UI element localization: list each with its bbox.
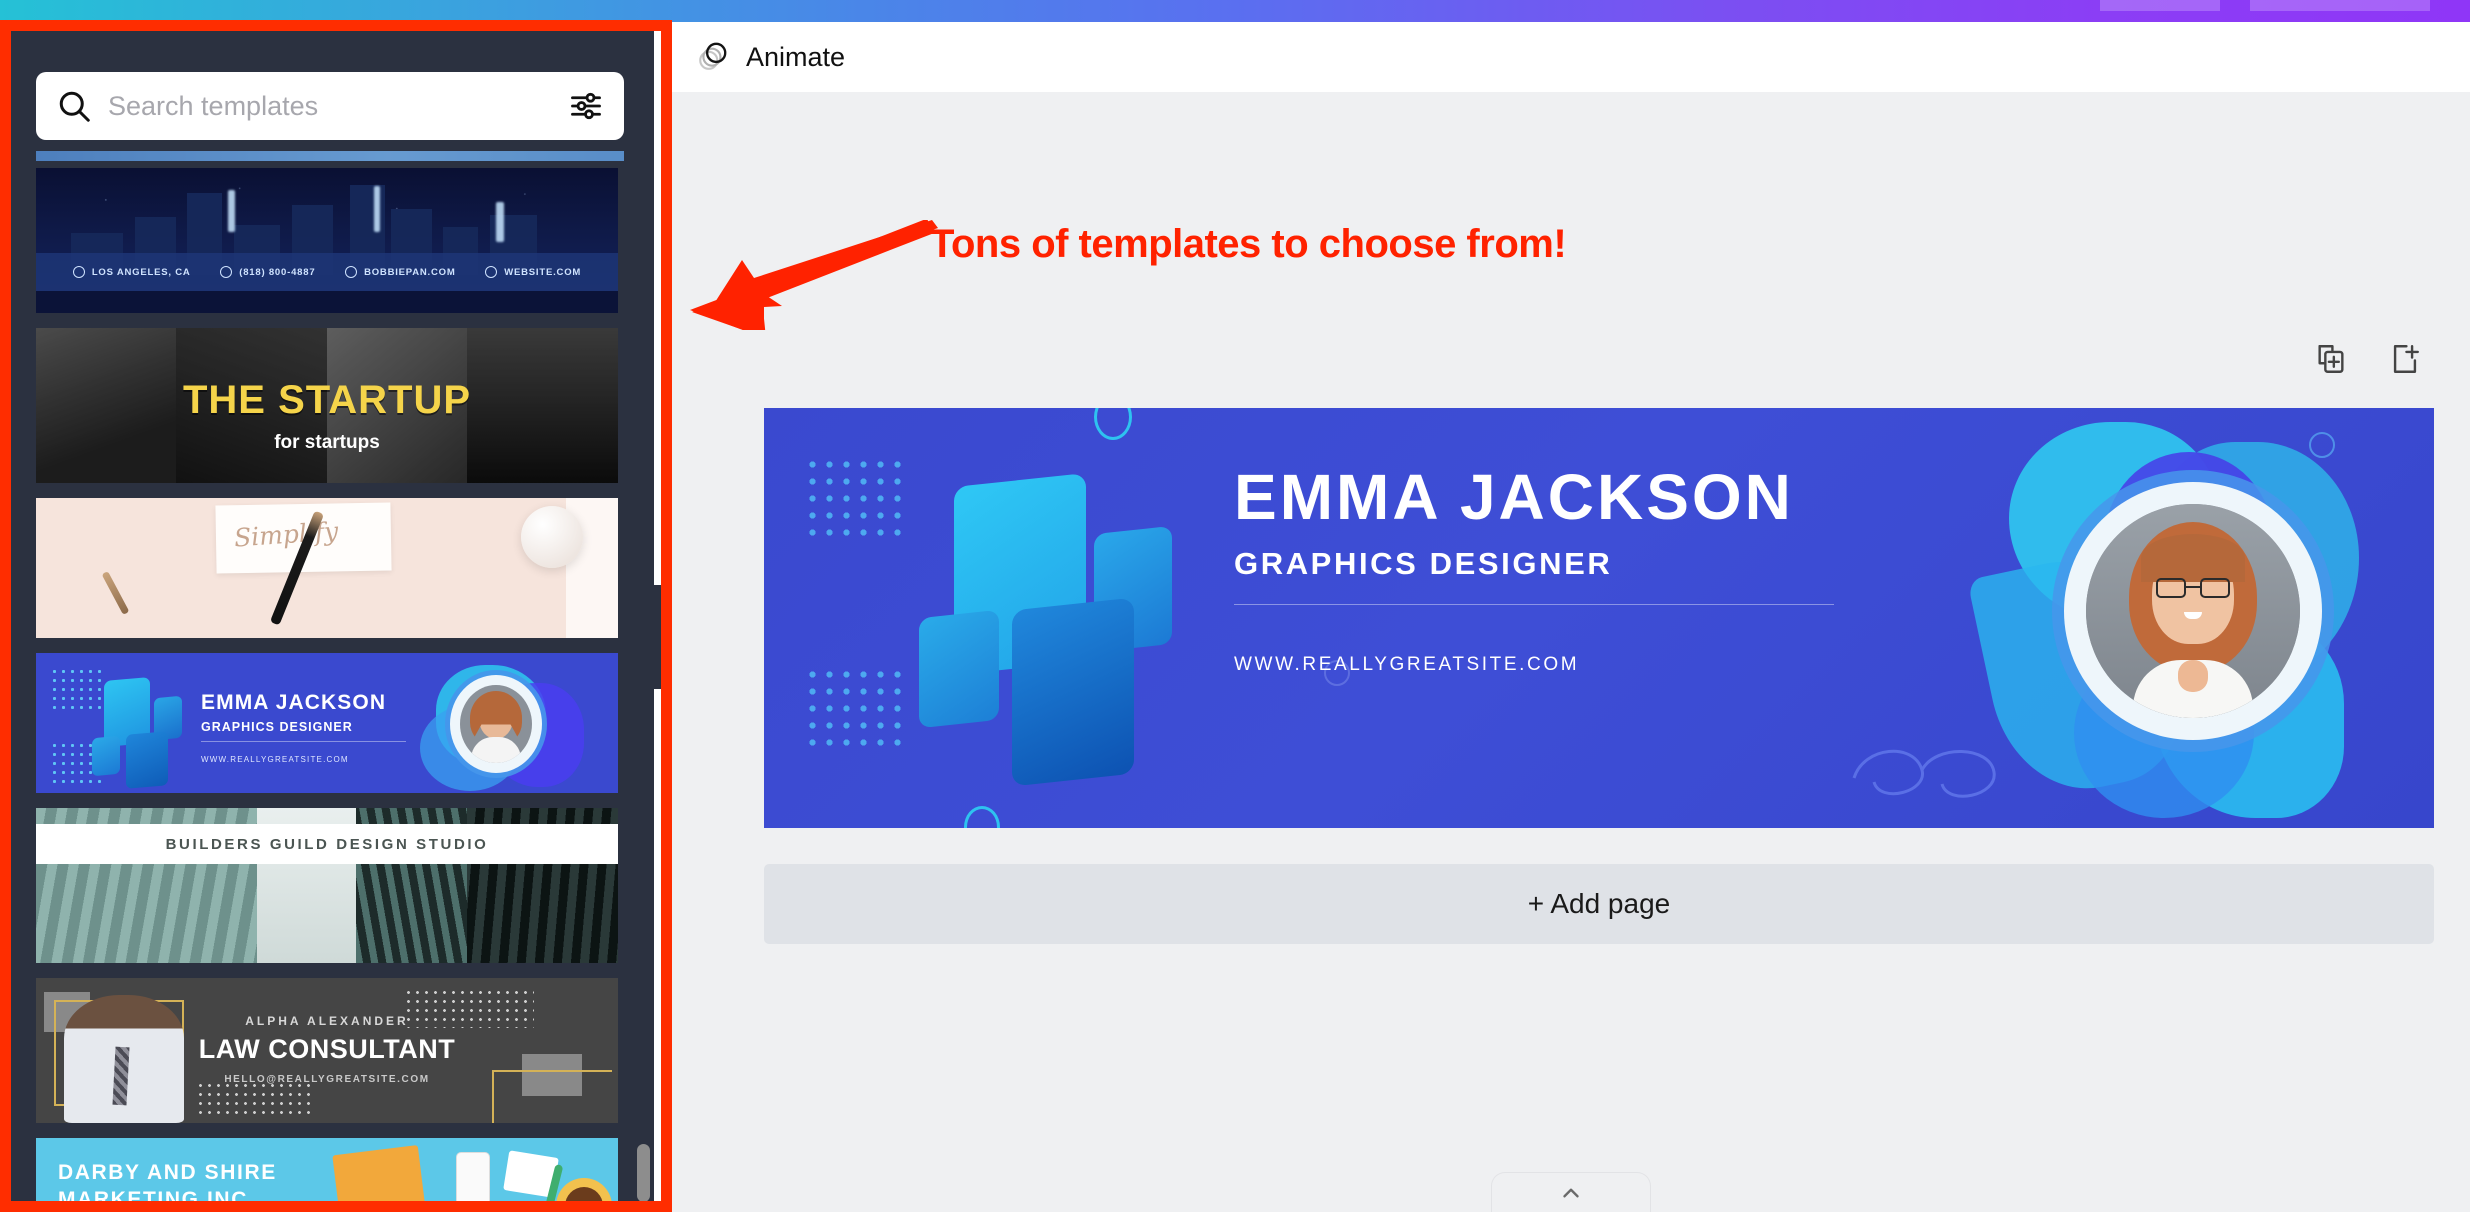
filter-sliders-icon[interactable] xyxy=(568,88,604,124)
banner-website: WWW.REALLYGREATSITE.COM xyxy=(201,755,349,764)
avatar-hair-front xyxy=(2141,534,2245,582)
template-thumbnail-the-startup[interactable]: THE STARTUP for startups xyxy=(36,328,618,483)
red-arrow-pointing-left xyxy=(690,220,938,330)
template-thumbnail-simplify[interactable]: Simplify xyxy=(36,498,618,638)
banner-name: EMMA JACKSON xyxy=(1234,461,1794,533)
template-thumbnail-builders-guild[interactable]: BUILDERS GUILD DESIGN STUDIO xyxy=(36,808,618,963)
tower-light xyxy=(228,190,236,232)
coffee-cup-illustration xyxy=(556,1178,612,1212)
avatar-body xyxy=(471,737,521,763)
search-input[interactable] xyxy=(108,90,568,122)
dot-grid-bottom-left xyxy=(804,666,904,750)
location-pin-icon xyxy=(72,266,85,278)
banner-website: WWW.REALLYGREATSITE.COM xyxy=(1234,654,1580,675)
consultant-email: HELLO@REALLYGREATSITE.COM xyxy=(224,1074,430,1085)
add-page-icon[interactable] xyxy=(2388,342,2422,381)
template-thumbnail-darby-shire[interactable]: DARBY AND SHIRE MARKETING INC. Your qual… xyxy=(36,1138,618,1212)
contact-text: WEBSITE.COM xyxy=(504,266,582,278)
avatar-photo xyxy=(2086,504,2300,718)
add-page-label: + Add page xyxy=(1527,888,1671,919)
page-tools xyxy=(2314,342,2422,381)
phone-illustration xyxy=(456,1152,490,1212)
startup-title: THE STARTUP xyxy=(182,378,472,422)
skyline-reflection xyxy=(36,291,618,313)
contact-strip: LOS ANGELES, CA (818) 800-4887 BOBBIEPAN… xyxy=(36,253,618,291)
chevron-up-icon xyxy=(1563,1188,1579,1198)
marketing-title: DARBY AND SHIRE MARKETING INC. xyxy=(58,1160,277,1212)
avatar xyxy=(460,685,532,763)
web-icon xyxy=(485,266,498,278)
logo-block-3 xyxy=(919,609,999,729)
gradient-notch-1 xyxy=(2100,0,2220,11)
banner-role: GRAPHICS DESIGNER xyxy=(201,720,353,734)
decor-ring-bottom xyxy=(964,806,1000,828)
dot-grid-top-left xyxy=(804,456,904,540)
contact-text: LOS ANGELES, CA xyxy=(91,266,191,278)
decor-ring-right xyxy=(2309,432,2335,458)
top-toolbar: Animate xyxy=(672,22,2470,92)
scrollbar-thumb[interactable] xyxy=(637,1144,650,1202)
ink-jar xyxy=(521,506,584,568)
consultant-name: ALPHA ALEXANDER xyxy=(245,1014,409,1028)
logo-block xyxy=(126,731,168,789)
animate-button[interactable]: Animate xyxy=(696,38,845,77)
template-thumbnail-emma-jackson[interactable]: EMMA JACKSON GRAPHICS DESIGNER WWW.REALL… xyxy=(36,653,618,793)
marketing-title-line1: DARBY AND SHIRE xyxy=(58,1161,277,1184)
pen-nib xyxy=(101,571,130,615)
dot-grid xyxy=(196,1081,316,1117)
marketing-title-line2: MARKETING INC. xyxy=(58,1187,256,1211)
bottom-panel-toggle[interactable] xyxy=(1491,1172,1651,1212)
banner-divider xyxy=(1234,604,1834,605)
contact-item: WEBSITE.COM xyxy=(485,266,581,278)
banner-role: GRAPHICS DESIGNER xyxy=(1234,546,1613,581)
canvas-page-banner[interactable]: EMMA JACKSON GRAPHICS DESIGNER WWW.REALL… xyxy=(764,408,2434,828)
template-thumbnail-law-consultant[interactable]: ALPHA ALEXANDER LAW CONSULTANT HELLO@REA… xyxy=(36,978,618,1123)
contact-text: (818) 800-4887 xyxy=(239,266,316,278)
templates-scrollbar[interactable] xyxy=(637,176,650,1208)
divider xyxy=(201,741,406,742)
animate-circles-icon xyxy=(696,38,730,77)
contact-text: BOBBIEPAN.COM xyxy=(364,266,456,278)
builders-title: BUILDERS GUILD DESIGN STUDIO xyxy=(165,835,489,853)
annotation-text: Tons of templates to choose from! xyxy=(930,222,1567,266)
phone-icon xyxy=(220,266,233,278)
contact-item: BOBBIEPAN.COM xyxy=(345,266,456,278)
banner-name: EMMA JACKSON xyxy=(201,691,387,714)
animate-label: Animate xyxy=(746,41,846,72)
template-thumbnail-list[interactable]: LOS ANGELES, CA (818) 800-4887 BOBBIEPAN… xyxy=(36,168,618,1212)
glasses-icon xyxy=(2156,578,2230,598)
dot-grid xyxy=(50,667,102,709)
search-icon xyxy=(56,88,92,124)
notebook-illustration xyxy=(332,1145,426,1212)
templates-side-panel: LOS ANGELES, CA (818) 800-4887 BOBBIEPAN… xyxy=(6,26,654,1212)
decor-squiggle xyxy=(1852,749,1996,798)
add-page-button[interactable]: + Add page xyxy=(764,864,2434,944)
startup-subtitle: for startups xyxy=(274,432,380,453)
tower-light xyxy=(495,202,504,242)
consultant-title: LAW CONSULTANT xyxy=(198,1034,456,1064)
decor-ring-top xyxy=(1094,408,1132,440)
title-bar: BUILDERS GUILD DESIGN STUDIO xyxy=(36,824,618,864)
duplicate-page-icon[interactable] xyxy=(2314,342,2348,381)
contact-item: (818) 800-4887 xyxy=(220,266,315,278)
logo-block-4 xyxy=(1012,597,1134,787)
globe-icon xyxy=(345,266,358,278)
avatar-hands xyxy=(2178,660,2208,692)
avatar xyxy=(2086,504,2300,718)
gradient-notch-2 xyxy=(2250,0,2430,11)
logo-block xyxy=(92,735,120,777)
template-thumbnail-city-skyline[interactable]: LOS ANGELES, CA (818) 800-4887 BOBBIEPAN… xyxy=(36,168,618,313)
panel-loading-bar xyxy=(36,151,624,161)
search-box[interactable] xyxy=(36,72,624,140)
contact-item: LOS ANGELES, CA xyxy=(72,266,191,278)
tower-light xyxy=(373,186,380,232)
app-root: LOS ANGELES, CA (818) 800-4887 BOBBIEPAN… xyxy=(0,0,2470,1212)
search-bar[interactable] xyxy=(36,72,624,140)
window-top-gradient-bar xyxy=(0,0,2470,22)
